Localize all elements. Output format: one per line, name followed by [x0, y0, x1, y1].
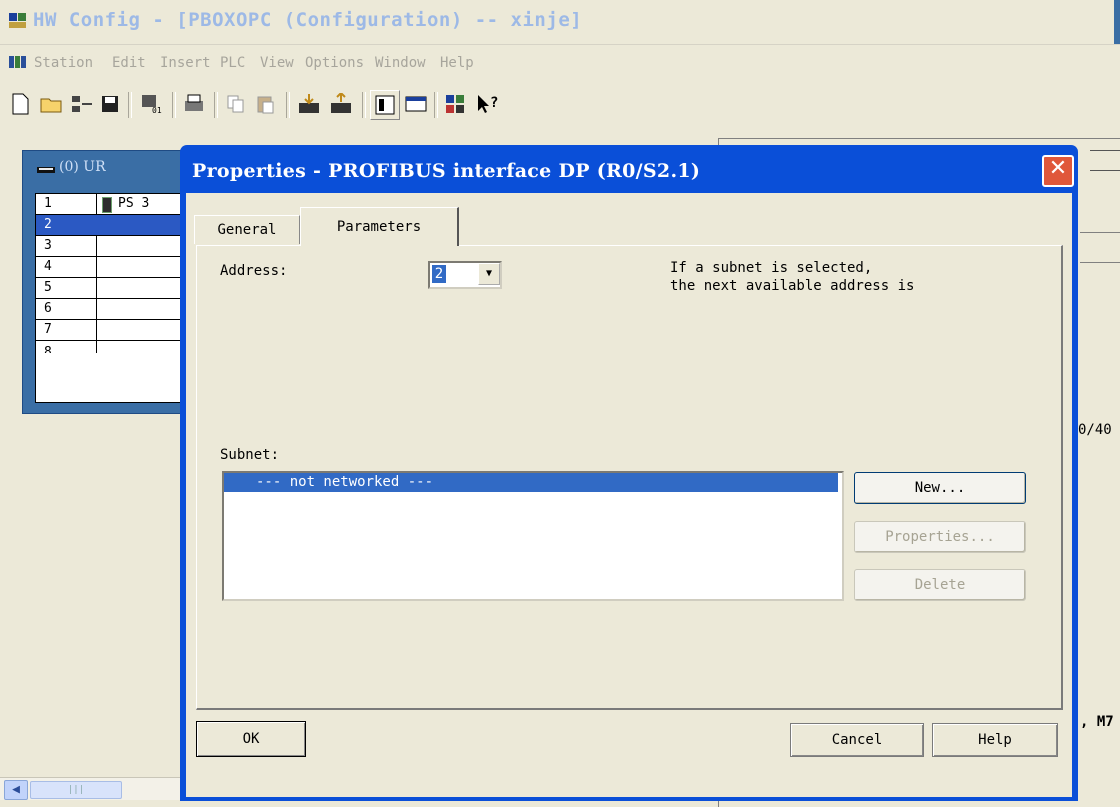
properties-dialog: Properties - PROFIBUS interface DP (R0/S… — [180, 145, 1078, 801]
slot-number: 7 — [44, 322, 52, 337]
toolbar-separator — [128, 92, 132, 118]
power-supply-icon — [102, 197, 112, 213]
column-divider — [96, 236, 97, 256]
menu-options[interactable]: Options — [305, 55, 364, 71]
paste-icon[interactable] — [252, 90, 280, 118]
catalog-partial-text: 0/40 — [1078, 422, 1112, 438]
address-dropdown[interactable]: 2 ▼ — [428, 261, 502, 289]
rack-row[interactable]: 4 — [36, 257, 192, 278]
netpro-icon[interactable] — [442, 90, 470, 118]
toolbar-separator — [172, 92, 176, 118]
rack-table[interactable]: 1 PS 3 2 3 4 5 6 7 8 — [35, 193, 193, 403]
rack-title: (0) UR — [59, 159, 106, 175]
pane-border — [1080, 232, 1120, 233]
new-subnet-button[interactable]: New... — [854, 472, 1026, 504]
help-pointer-icon[interactable]: ? — [474, 90, 502, 118]
column-divider — [96, 278, 97, 298]
dialog-client-area: General Parameters Address: 2 ▼ If a sub… — [186, 193, 1072, 797]
print-icon[interactable] — [180, 90, 208, 118]
menu-plc[interactable]: PLC — [220, 55, 245, 71]
chevron-down-icon[interactable]: ▼ — [478, 263, 500, 285]
toolbar-separator — [286, 92, 290, 118]
tab-general[interactable]: General — [194, 215, 300, 244]
menu-insert[interactable]: Insert — [160, 55, 211, 71]
rack-row[interactable]: 3 — [36, 236, 192, 257]
app-titlebar: HW Config - [PBOXOPC (Configuration) -- … — [0, 0, 1120, 45]
address-info: If a subnet is selected, the next availa… — [670, 259, 914, 295]
column-divider — [96, 299, 97, 319]
pane-border — [1080, 262, 1120, 263]
network-icon[interactable] — [68, 90, 96, 118]
slot-number: 4 — [44, 259, 52, 274]
upload-icon[interactable] — [328, 90, 356, 118]
rack-row-selected[interactable]: 2 — [36, 215, 192, 236]
address-label: Address: — [220, 263, 288, 279]
help-button[interactable]: Help — [932, 723, 1058, 757]
hw-config-app-icon — [9, 13, 26, 28]
titlebar-edge — [1114, 0, 1120, 44]
app-title: HW Config - [PBOXOPC (Configuration) -- … — [33, 9, 583, 31]
slot-number: 6 — [44, 301, 52, 316]
toolbar-separator — [434, 92, 438, 118]
menu-station[interactable]: Station — [34, 55, 93, 71]
svg-text:?: ? — [490, 95, 498, 111]
slot-module: PS 3 — [118, 196, 150, 211]
subnet-list-item[interactable]: --- not networked --- — [224, 473, 838, 492]
compile-icon[interactable]: 01 — [138, 90, 166, 118]
info-line-1: If a subnet is selected, — [670, 260, 873, 276]
menu-window[interactable]: Window — [375, 55, 426, 71]
new-icon[interactable] — [6, 90, 34, 118]
open-icon[interactable] — [38, 90, 66, 118]
column-divider — [96, 341, 97, 353]
pane-border — [1090, 150, 1120, 151]
slot-number: 5 — [44, 280, 52, 295]
subnet-list[interactable]: --- not networked --- — [222, 471, 844, 601]
ok-button[interactable]: OK — [196, 721, 306, 757]
toolbar-separator — [362, 92, 366, 118]
window-icon[interactable] — [402, 90, 430, 118]
rack-icon — [37, 167, 55, 173]
scrollbar-thumb[interactable]: ||| — [30, 781, 122, 799]
menu-view[interactable]: View — [260, 55, 294, 71]
column-divider — [96, 215, 97, 235]
download-icon[interactable] — [296, 90, 324, 118]
subnet-properties-button[interactable]: Properties... — [854, 521, 1026, 553]
pane-border — [718, 138, 1120, 139]
cancel-button[interactable]: Cancel — [790, 723, 924, 757]
menubar: Station Edit Insert PLC View Options Win… — [0, 50, 1120, 78]
rack-row[interactable]: 8 — [36, 341, 192, 353]
copy-icon[interactable] — [222, 90, 250, 118]
delete-subnet-button[interactable]: Delete — [854, 569, 1026, 601]
rack-row[interactable]: 7 — [36, 320, 192, 341]
column-divider — [96, 257, 97, 277]
rack-row[interactable]: 5 — [36, 278, 192, 299]
address-value: 2 — [432, 265, 446, 283]
rack-window[interactable]: (0) UR 1 PS 3 2 3 4 5 6 7 8 — [22, 150, 193, 414]
rack-row[interactable]: 1 PS 3 — [36, 194, 192, 215]
close-icon[interactable]: ✕ — [1042, 155, 1074, 187]
pane-border — [1090, 170, 1120, 171]
scroll-left-icon[interactable]: ◀ — [4, 780, 28, 800]
save-icon[interactable] — [96, 90, 124, 118]
dialog-title: Properties - PROFIBUS interface DP (R0/S… — [192, 160, 701, 182]
toolbar: 01 ? — [0, 84, 700, 128]
subnet-label: Subnet: — [220, 447, 280, 463]
document-menu-icon[interactable] — [8, 54, 28, 72]
column-divider — [96, 320, 97, 340]
svg-text:01: 01 — [152, 106, 162, 115]
slot-number: 8 — [44, 345, 52, 353]
rack-row[interactable]: 6 — [36, 299, 192, 320]
info-line-2: the next available address is — [670, 278, 915, 294]
slot-number: 3 — [44, 238, 52, 253]
catalog-partial-text: , M7 — [1080, 714, 1114, 730]
catalog-icon[interactable] — [370, 90, 400, 120]
slot-number: 2 — [44, 217, 52, 232]
slot-number: 1 — [44, 196, 52, 211]
menu-edit[interactable]: Edit — [112, 55, 146, 71]
column-divider — [96, 194, 97, 214]
toolbar-separator — [214, 92, 218, 118]
tab-parameters[interactable]: Parameters — [300, 207, 459, 246]
menu-help[interactable]: Help — [440, 55, 474, 71]
